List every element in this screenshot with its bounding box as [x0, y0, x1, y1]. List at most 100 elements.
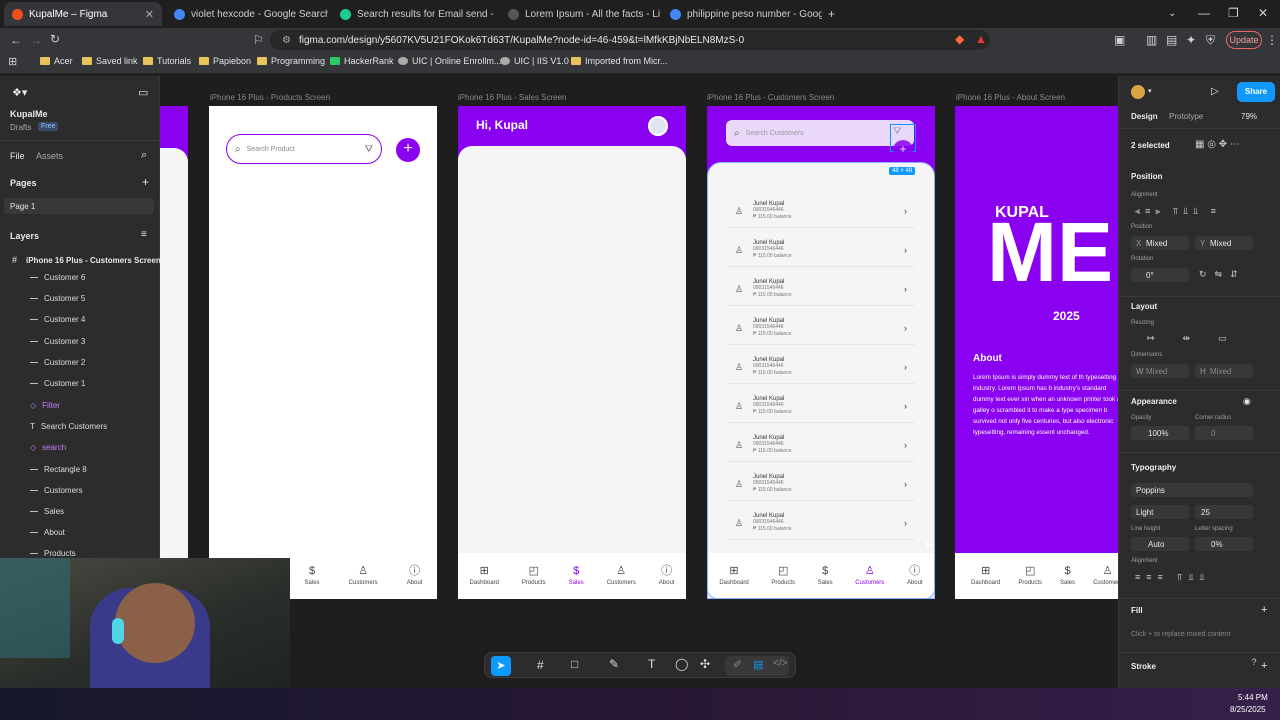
- layer-item[interactable]: Customer 4: [30, 315, 85, 324]
- share-button[interactable]: Share: [1237, 82, 1275, 102]
- list-item[interactable]: ♙ Junel Kupal 09031546446 ₱ 115.00 balance ›: [727, 233, 915, 267]
- root-layer[interactable]: iPhone 16 Plus - Customers Screen: [26, 256, 161, 265]
- list-item[interactable]: ♙ Junel Kupal 09031546446 ₱ 115.00 balance ›: [727, 428, 915, 462]
- rotation-field[interactable]: [1131, 268, 1189, 282]
- tab-search-icon[interactable]: ⌄: [1168, 8, 1176, 20]
- layer-item[interactable]: Customer 6: [30, 273, 85, 282]
- avatar[interactable]: [1131, 85, 1145, 99]
- update-button[interactable]: Update: [1226, 31, 1262, 49]
- layer-item[interactable]: ◇ search: [30, 443, 66, 452]
- ai-icon[interactable]: ✦: [1186, 34, 1196, 46]
- tab-google-peso[interactable]: philippine peso number - Google Se: [662, 2, 822, 26]
- selection-tools-icon[interactable]: ▦ ◎ ✥ ⋯: [1195, 139, 1240, 150]
- nav-dashboard[interactable]: ⊞ Dashboard: [470, 566, 499, 587]
- text-align-icons[interactable]: ≡≡≡ ⫪⫫⫫: [1135, 572, 1210, 583]
- tab-figma[interactable]: KupalMe – Figma ✕: [4, 2, 162, 26]
- layer-item[interactable]: Customers: [30, 486, 83, 495]
- text-tool-icon[interactable]: T: [648, 657, 655, 671]
- menu-icon[interactable]: ⋮: [1266, 34, 1278, 46]
- add-product-button[interactable]: +: [396, 138, 420, 162]
- minimize-icon[interactable]: —: [1198, 7, 1210, 19]
- tab-prototype[interactable]: Prototype: [1169, 112, 1203, 121]
- brave-shield-icon[interactable]: ◆: [955, 33, 964, 45]
- bookmark-item[interactable]: UIC | Online Enrollm...: [398, 56, 501, 66]
- file-name[interactable]: KupalMe: [10, 109, 48, 119]
- list-item[interactable]: ♙ Junel Kupal 09031546446 ₱ 115.00 balance ›: [727, 467, 915, 501]
- layer-item[interactable]: Customer 3: [30, 337, 85, 346]
- sidebar-icon[interactable]: ▥: [1146, 34, 1157, 46]
- sales-frame[interactable]: Hi, Kupal ⊞ Dashboard ◰ Products $ Sales ♙ C…: [458, 106, 686, 599]
- bookmark-item[interactable]: Tutorials: [143, 56, 191, 66]
- figma-menu-icon[interactable]: ❖▾: [12, 86, 27, 99]
- nav-products[interactable]: ◰ Products: [1018, 566, 1042, 587]
- list-item[interactable]: ♙ Junel Kupal 09031546446 ₱ 115.00 balance ›: [727, 194, 915, 228]
- nav-customers[interactable]: ♙ Customers: [607, 566, 636, 587]
- rewards-icon[interactable]: ▲: [975, 33, 987, 45]
- search-icon[interactable]: ⌕: [141, 149, 147, 162]
- comment-tool-icon[interactable]: ◯: [675, 657, 688, 671]
- nav-dashboard[interactable]: ⊞ Dashboard: [971, 566, 1000, 587]
- bookmark-item[interactable]: Saved link: [82, 56, 138, 66]
- list-item[interactable]: ♙ Junel Kupal 09031546446 ₱ 115.00 balance ›: [727, 272, 915, 306]
- about-frame[interactable]: KUPAL ME 2025 About Lorem Ipsum is simpl…: [955, 106, 1118, 599]
- layer-item[interactable]: T Search Customers: [30, 422, 107, 431]
- frame-title[interactable]: iPhone 16 Plus - Products Screen: [210, 93, 330, 102]
- avatar[interactable]: [648, 116, 668, 136]
- vpn-icon[interactable]: ⛨: [1206, 34, 1215, 46]
- add-fill-icon[interactable]: +: [1261, 604, 1267, 616]
- move-tool-icon[interactable]: ➤: [491, 656, 511, 676]
- add-customer-button[interactable]: +: [893, 140, 913, 160]
- close-icon[interactable]: ✕: [145, 8, 154, 21]
- frame-title[interactable]: iPhone 16 Plus - Customers Screen: [707, 93, 834, 102]
- play-icon[interactable]: ▷: [1211, 86, 1219, 97]
- new-tab-icon[interactable]: +: [828, 8, 835, 20]
- list-item[interactable]: ♙ Junel Kupal 09031546446 ₱ 115.00 balance ›: [727, 350, 915, 384]
- tab-design[interactable]: Design: [1131, 112, 1158, 121]
- bookmark-item[interactable]: Papiebon: [199, 56, 251, 66]
- bookmark-icon[interactable]: ⚐: [253, 34, 264, 46]
- tab-lipsum[interactable]: Lorem Ipsum - All the facts - Lipsum: [500, 2, 660, 26]
- layer-item[interactable]: Rectangle 8: [30, 465, 87, 474]
- window-close-icon[interactable]: ✕: [1258, 7, 1268, 19]
- nav-sales[interactable]: $ Sales: [305, 566, 320, 587]
- frame-title[interactable]: iPhone 16 Plus - About Screen: [956, 93, 1065, 102]
- dev-mode-icon[interactable]: </>: [773, 658, 787, 669]
- chevron-down-icon[interactable]: ▾: [1148, 87, 1152, 95]
- products-frame[interactable]: ⌕ Search Product ⛛ +: [209, 106, 437, 599]
- page-1[interactable]: Page 1: [10, 202, 35, 211]
- filter-icon[interactable]: ⛛: [893, 126, 901, 137]
- nav-dashboard[interactable]: ⊞ Dashboard: [719, 565, 748, 586]
- customers-frame[interactable]: ⌕ Search Customers ♙ Junel Kupal 090315464…: [707, 106, 935, 599]
- bookmark-item[interactable]: Acer: [40, 56, 73, 66]
- search-product-field[interactable]: ⌕ Search Product ⛛: [226, 134, 382, 164]
- align-icons[interactable]: ⫷≡⫸ ⫪⫫⫫ ≡: [1135, 206, 1221, 217]
- nav-sales[interactable]: $ Sales: [1060, 566, 1075, 587]
- bookmark-item[interactable]: UIC | IIS V1.0: [500, 56, 569, 66]
- layer-item[interactable]: About: [30, 528, 65, 537]
- rectangle-tool-icon[interactable]: □: [571, 657, 578, 671]
- zoom-level[interactable]: 79%: [1241, 112, 1257, 121]
- tab-flaticon[interactable]: Search results for Email send - Flatic: [332, 2, 496, 26]
- list-item[interactable]: ♙ Junel Kupal 09031546446 ₱ 115.00 balance ›: [727, 506, 915, 540]
- bookmark-item[interactable]: Programming: [257, 56, 325, 66]
- url-field[interactable]: ⚙ figma.com/design/y5607KV5U21FOKok6Td63…: [270, 30, 990, 50]
- reload-icon[interactable]: ↻: [50, 33, 60, 45]
- list-item[interactable]: ♙ Junel Kupal 09031546446 ₱ 115.00 balance ›: [727, 311, 915, 345]
- resizing-icons[interactable]: ↦⇹▭: [1147, 333, 1255, 344]
- eye-icon[interactable]: ◉: [1243, 396, 1251, 407]
- maximize-icon[interactable]: ❐: [1228, 7, 1239, 19]
- layer-item[interactable]: Products: [30, 549, 76, 558]
- tab-file[interactable]: File: [10, 151, 25, 161]
- bookmark-item[interactable]: Imported from Micr...: [571, 56, 668, 66]
- frame-title[interactable]: iPhone 16 Plus - Sales Screen: [458, 93, 567, 102]
- design-canvas[interactable]: iPhone 16 Plus - Products Screen ⌕ Searc…: [160, 76, 1118, 688]
- layer-item[interactable]: ◇ Filter: [30, 401, 60, 410]
- draw-mode-icon[interactable]: ✐: [733, 658, 742, 671]
- screen-icon[interactable]: ▣: [1114, 34, 1125, 46]
- layer-item[interactable]: Customer 1: [30, 379, 85, 388]
- tab-google-search[interactable]: violet hexcode - Google Search: [166, 2, 328, 26]
- apps-icon[interactable]: ⊞: [8, 56, 17, 68]
- nav-customers[interactable]: ♙ Customers: [349, 566, 378, 587]
- frame-tool-icon[interactable]: #: [537, 658, 544, 672]
- layer-item[interactable]: Sales: [30, 507, 64, 516]
